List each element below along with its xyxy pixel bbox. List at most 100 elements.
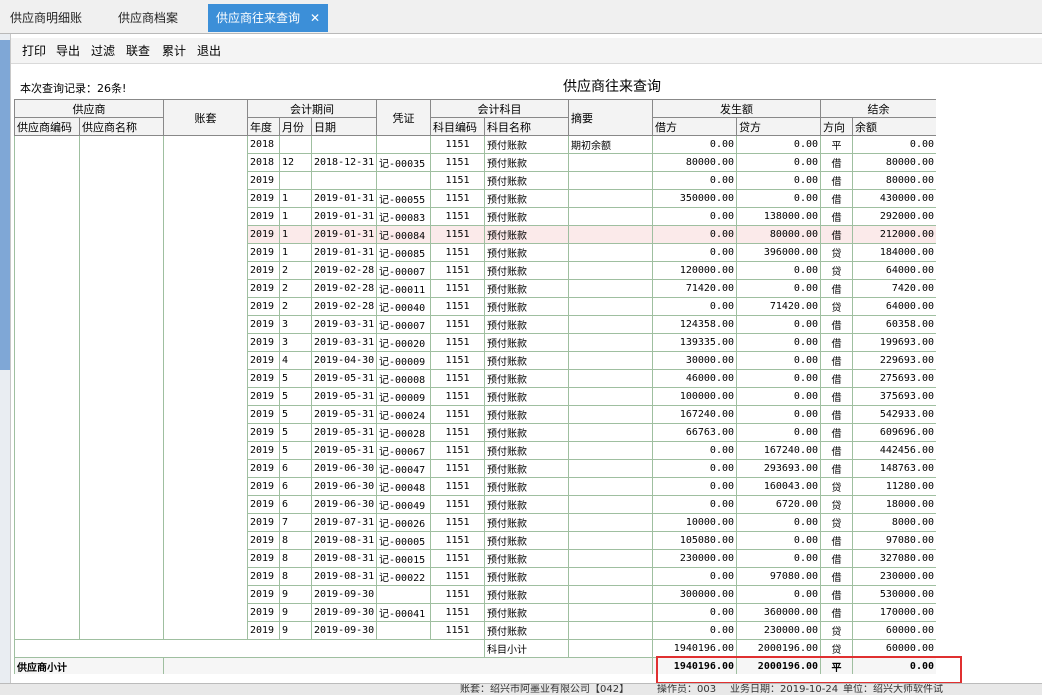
cell-subject-code: 1151 xyxy=(430,225,486,244)
cell-subject-name: 预付账款 xyxy=(484,279,570,298)
cell-voucher: 记-00009 xyxy=(376,351,432,370)
cell-debit: 0.00 xyxy=(652,243,738,262)
cell-voucher: 记-00020 xyxy=(376,333,432,352)
cell-balance: 11280.00 xyxy=(852,477,936,496)
cell-credit: 0.00 xyxy=(736,585,822,604)
cell-credit: 138000.00 xyxy=(736,207,822,226)
cell-balance: 327080.00 xyxy=(852,549,936,568)
cell-direction: 贷 xyxy=(820,621,854,640)
cell-debit: 0.00 xyxy=(652,459,738,478)
cell-voucher: 记-00007 xyxy=(376,315,432,334)
cell-direction: 借 xyxy=(820,585,854,604)
header-subject: 会计科目 xyxy=(430,99,570,118)
cell-subject-name: 预付账款 xyxy=(484,261,570,280)
cell-credit: 0.00 xyxy=(736,531,822,550)
cell-year: 2019 xyxy=(247,495,280,514)
cell-summary xyxy=(568,423,654,442)
cell-balance: 230000.00 xyxy=(852,567,936,586)
cell-date: 2019-06-30 xyxy=(310,459,378,478)
cell-debit: 0.00 xyxy=(652,495,738,514)
cell-debit: 46000.00 xyxy=(652,369,738,388)
cell-date: 2019-08-31 xyxy=(310,567,378,586)
cell-subject-name: 预付账款 xyxy=(484,225,570,244)
tab-supplier-query[interactable]: 供应商往来查询 ✕ xyxy=(208,4,329,32)
left-panel-edge xyxy=(0,34,11,695)
cell-voucher: 记-00022 xyxy=(376,567,432,586)
cell-credit: 71420.00 xyxy=(736,297,822,316)
cell-direction: 借 xyxy=(820,333,854,352)
cell-balance: 18000.00 xyxy=(852,495,936,514)
cell-balance: 530000.00 xyxy=(852,585,936,604)
cell-direction: 借 xyxy=(820,387,854,406)
link-query-button[interactable]: 联查 xyxy=(123,42,153,60)
cell-subject-code: 1151 xyxy=(430,495,486,514)
cell-voucher: 记-00035 xyxy=(376,153,432,172)
cell-summary xyxy=(568,459,654,478)
cell-date: 2019-08-31 xyxy=(310,531,378,550)
cell-year: 2019 xyxy=(247,621,280,640)
header-summary: 摘要 xyxy=(568,99,654,136)
cell-balance: 0.00 xyxy=(852,135,936,154)
exit-button[interactable]: 退出 xyxy=(194,42,224,60)
print-button[interactable]: 打印 xyxy=(19,42,49,60)
cell-month: 5 xyxy=(279,369,312,388)
cell-year: 2019 xyxy=(247,207,280,226)
cell-debit: 0.00 xyxy=(652,135,738,154)
cell-summary xyxy=(568,315,654,334)
filter-button[interactable]: 过滤 xyxy=(88,42,118,60)
cell-subject-code: 1151 xyxy=(430,549,486,568)
cell-credit: 167240.00 xyxy=(736,441,822,460)
close-icon[interactable]: ✕ xyxy=(310,11,320,25)
toolbar: 打印 导出 过滤 联查 累计 退出 xyxy=(11,38,1042,64)
cell-year: 2019 xyxy=(247,279,280,298)
cell-date: 2019-02-28 xyxy=(310,261,378,280)
cell-subject-name: 预付账款 xyxy=(484,315,570,334)
cell-voucher: 记-00005 xyxy=(376,531,432,550)
cell-voucher: 记-00048 xyxy=(376,477,432,496)
cell-voucher: 记-00011 xyxy=(376,279,432,298)
cell-subject-code: 1151 xyxy=(430,477,486,496)
cell-subject-name: 预付账款 xyxy=(484,513,570,532)
cell-summary xyxy=(568,441,654,460)
tab-supplier-ledger[interactable]: 供应商明细账 xyxy=(2,4,90,32)
cell-debit: 105080.00 xyxy=(652,531,738,550)
cell-credit: 0.00 xyxy=(736,333,822,352)
cell-voucher: 记-00083 xyxy=(376,207,432,226)
cell-summary xyxy=(568,207,654,226)
header-supplier: 供应商 xyxy=(14,99,164,118)
cell-summary xyxy=(568,531,654,550)
subtotal-credit: 2000196.00 xyxy=(736,639,822,658)
cell-subject-code: 1151 xyxy=(430,297,486,316)
cell-balance: 442456.00 xyxy=(852,441,936,460)
cell-month: 5 xyxy=(279,423,312,442)
cell-year: 2019 xyxy=(247,423,280,442)
cell-summary xyxy=(568,369,654,388)
cell-year: 2019 xyxy=(247,459,280,478)
tab-supplier-archive[interactable]: 供应商档案 xyxy=(110,4,186,32)
cell-balance: 8000.00 xyxy=(852,513,936,532)
cell-credit: 293693.00 xyxy=(736,459,822,478)
cell-direction: 借 xyxy=(820,441,854,460)
cell-date: 2019-06-30 xyxy=(310,477,378,496)
cell-debit: 71420.00 xyxy=(652,279,738,298)
status-unit: 单位：绍兴大师软件试 xyxy=(843,684,943,695)
cell-balance: 7420.00 xyxy=(852,279,936,298)
cell-year: 2019 xyxy=(247,243,280,262)
cell-balance: 375693.00 xyxy=(852,387,936,406)
cell-balance: 609696.00 xyxy=(852,423,936,442)
cell-subject-code: 1151 xyxy=(430,423,486,442)
export-button[interactable]: 导出 xyxy=(53,42,83,60)
cell-summary xyxy=(568,333,654,352)
table-row[interactable]: 2018 1151 预付账款 期初余额 0.00 0.00 平 0.00 xyxy=(14,135,936,640)
cumulative-button[interactable]: 累计 xyxy=(159,42,189,60)
cell-summary xyxy=(568,171,654,190)
cell-direction: 借 xyxy=(820,459,854,478)
cell-date: 2019-02-28 xyxy=(310,279,378,298)
cell-direction: 贷 xyxy=(820,297,854,316)
cell-subject-code: 1151 xyxy=(430,603,486,622)
header-voucher: 凭证 xyxy=(376,99,432,136)
blank-cell xyxy=(162,657,654,674)
cell-date: 2019-01-31 xyxy=(310,225,378,244)
cell-credit: 0.00 xyxy=(736,315,822,334)
cell-year: 2019 xyxy=(247,387,280,406)
